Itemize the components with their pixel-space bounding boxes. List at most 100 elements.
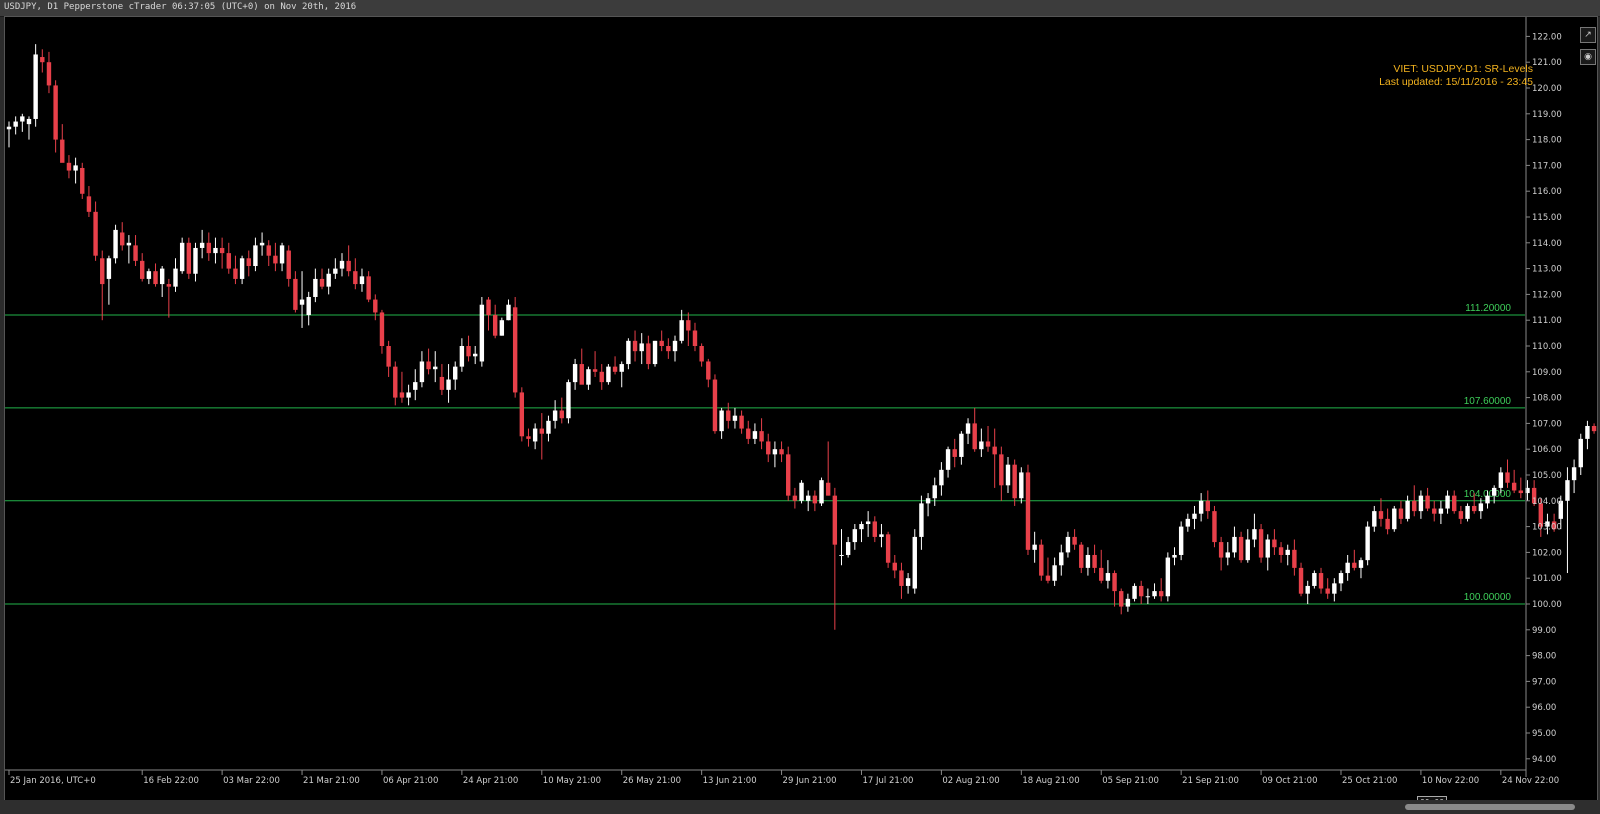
sr-level-label: 107.60000 <box>1464 396 1512 407</box>
y-tick-label: 95.00 <box>1532 729 1556 739</box>
candle-bear <box>632 340 638 352</box>
y-tick-label: 120.00 <box>1532 84 1562 94</box>
candle-bear <box>526 436 531 439</box>
candle-bull <box>546 420 551 434</box>
candle-bear <box>885 534 891 563</box>
candle-bear <box>559 410 564 419</box>
candle-bear <box>466 346 471 357</box>
candle-bull <box>1052 565 1057 581</box>
candle-bull <box>113 229 118 259</box>
candle-bull <box>1185 518 1191 527</box>
candle-bear <box>346 260 351 272</box>
camera-icon[interactable]: ◉ <box>1580 49 1596 65</box>
candle-bear <box>399 392 405 398</box>
chart-area[interactable]: 111.20000 107.60000 104.00000 100.00000 122… <box>4 16 1598 809</box>
candle-bull <box>1578 438 1583 468</box>
y-tick-label: 111.00 <box>1532 316 1562 326</box>
y-tick-label: 105.00 <box>1532 471 1562 481</box>
candle-bear <box>319 278 325 287</box>
candle-bull <box>193 247 198 274</box>
candle-bear <box>999 454 1004 486</box>
candle-bull <box>925 498 931 504</box>
y-tick-label: 122.00 <box>1532 32 1562 42</box>
candle-bull <box>1445 495 1450 509</box>
candle-bull <box>213 247 218 254</box>
candle-bull <box>566 382 571 419</box>
candle-bear <box>1378 511 1384 519</box>
candle-bull <box>459 346 465 367</box>
candle-bear <box>140 260 145 279</box>
candle-bull <box>552 410 558 421</box>
candle-bear <box>166 284 172 287</box>
scroll-thumb[interactable] <box>1405 804 1575 810</box>
y-tick-label: 96.00 <box>1532 703 1556 713</box>
candle-bull <box>299 299 305 305</box>
sr-level-label: 111.20000 <box>1465 303 1511 314</box>
candle-bull <box>1265 539 1270 558</box>
candle-bull <box>406 392 411 398</box>
indicator-updated: Last updated: 15/11/2016 - 23:45 <box>1379 76 1533 88</box>
candle-bull <box>1485 495 1490 504</box>
candle-bull <box>419 361 425 383</box>
horizontal-scrollbar[interactable] <box>0 800 1600 814</box>
candle-bear <box>1318 573 1324 589</box>
candle-bear <box>899 570 904 586</box>
y-tick-label: 114.00 <box>1532 239 1562 249</box>
candle-bull <box>1232 536 1237 553</box>
candle-bull <box>333 268 338 274</box>
candlestick-chart[interactable]: 111.20000107.60000104.00000100.00000 122… <box>5 17 1597 801</box>
candle-bear <box>1099 567 1104 581</box>
candle-bull <box>839 554 844 556</box>
candle-bull <box>1571 467 1577 481</box>
candle-bear <box>1025 472 1031 550</box>
candle-bull <box>413 382 418 390</box>
y-tick-label: 109.00 <box>1532 368 1562 378</box>
candle-bear <box>1398 508 1404 519</box>
y-tick-label: 110.00 <box>1532 342 1562 352</box>
candle-bear <box>1158 591 1164 597</box>
candle-bear <box>293 278 298 310</box>
y-tick-label: 121.00 <box>1532 58 1562 68</box>
y-tick-label: 118.00 <box>1532 136 1562 146</box>
candle-bear <box>1212 511 1217 543</box>
candle-bear <box>80 167 85 194</box>
candle-bull <box>313 278 318 297</box>
candle-bear <box>786 454 791 496</box>
x-tick-label: 10 May 21:00 <box>543 776 601 786</box>
candle-bull <box>26 118 32 125</box>
candle-bear <box>266 245 271 256</box>
candle-bull <box>752 431 758 439</box>
x-tick-label: 10 Nov 22:00 <box>1422 776 1479 786</box>
candle-bear <box>992 446 997 455</box>
candle-bear <box>792 495 798 501</box>
candle-bear <box>746 428 751 439</box>
y-tick-label: 115.00 <box>1532 213 1562 223</box>
candle-bull <box>879 534 884 537</box>
candle-bull <box>572 364 578 383</box>
candle-bull <box>772 449 778 455</box>
candle-bull <box>819 480 824 504</box>
popout-icon[interactable]: ↗ <box>1580 27 1596 43</box>
candle-bear <box>426 361 431 370</box>
candle-bull <box>359 276 365 285</box>
candle-bull <box>479 304 485 362</box>
candle-bear <box>206 242 211 254</box>
candle-bull <box>179 242 185 272</box>
candle-bull <box>1312 573 1317 586</box>
candle-bear <box>226 253 231 269</box>
candle-bull <box>1245 539 1250 561</box>
candle-bull <box>1358 560 1364 568</box>
candle-bull <box>959 433 964 457</box>
candle-bear <box>726 410 731 421</box>
x-tick-label: 18 Aug 21:00 <box>1022 776 1079 786</box>
candle-bull <box>1192 513 1197 519</box>
candle-bull <box>859 524 864 530</box>
x-tick-label: 25 Oct 21:00 <box>1342 776 1397 786</box>
candle-bull <box>1418 495 1424 512</box>
candle-bear <box>699 346 704 362</box>
candle-bear <box>539 428 544 434</box>
candle-bull <box>732 415 738 421</box>
candle-bull <box>159 268 165 285</box>
candle-bull <box>253 245 258 267</box>
candle-bull <box>1305 585 1310 594</box>
